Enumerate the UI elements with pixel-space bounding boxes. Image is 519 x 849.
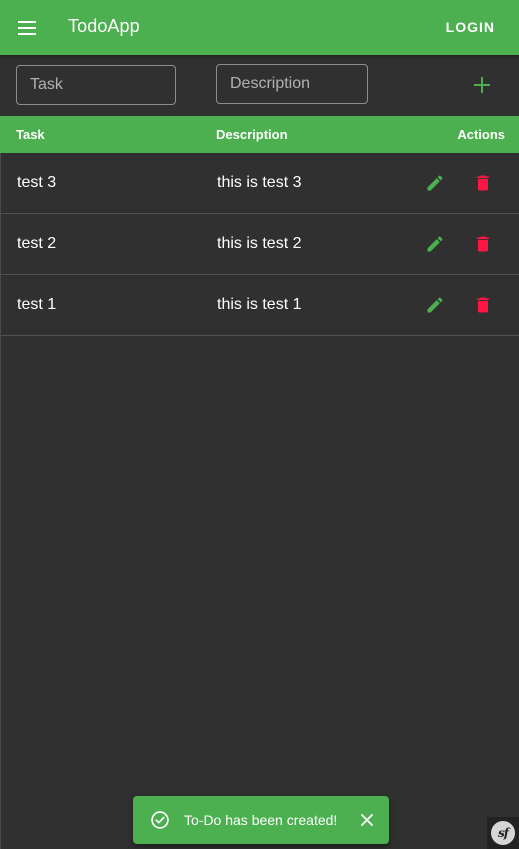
todo-table-body: test 3 this is test 3 test 2 this is tes… — [0, 153, 519, 336]
delete-button[interactable] — [472, 172, 494, 194]
trash-icon — [477, 297, 489, 313]
row-task: test 2 — [17, 235, 57, 252]
edit-button[interactable] — [424, 294, 446, 316]
login-button[interactable]: LOGIN — [446, 19, 495, 35]
column-header-description: Description — [216, 127, 288, 142]
add-todo-form — [0, 55, 519, 116]
symfony-debug-toolbar-toggle[interactable]: sf — [487, 817, 519, 849]
edit-button[interactable] — [424, 233, 446, 255]
delete-button[interactable] — [472, 233, 494, 255]
pencil-icon — [427, 236, 443, 252]
check-circle-icon — [151, 811, 169, 829]
row-description: this is test 3 — [217, 174, 302, 191]
pencil-icon — [427, 297, 443, 313]
row-task: test 1 — [17, 296, 57, 313]
trash-icon — [477, 175, 489, 191]
table-row: test 1 this is test 1 — [1, 275, 519, 336]
table-row: test 2 this is test 2 — [1, 214, 519, 275]
task-input[interactable] — [16, 65, 176, 105]
add-todo-button[interactable] — [468, 71, 496, 99]
snackbar-message: To-Do has been created! — [184, 812, 338, 828]
app-title: TodoApp — [68, 16, 140, 36]
table-header: Task Description Actions — [0, 116, 519, 153]
edit-button[interactable] — [424, 172, 446, 194]
trash-icon — [477, 236, 489, 252]
pencil-icon — [427, 175, 443, 191]
table-row: test 3 this is test 3 — [1, 153, 519, 214]
column-header-actions: Actions — [457, 127, 505, 142]
content-left-border — [0, 336, 1, 849]
delete-button[interactable] — [472, 294, 494, 316]
close-icon — [361, 814, 373, 826]
menu-icon — [18, 21, 36, 35]
app-bar: TodoApp LOGIN — [0, 0, 519, 55]
row-description: this is test 2 — [217, 235, 302, 252]
snackbar-close-button[interactable] — [359, 812, 375, 828]
symfony-logo-icon: sf — [491, 821, 515, 845]
menu-button[interactable] — [13, 13, 43, 43]
snackbar-notification: To-Do has been created! — [133, 796, 389, 844]
row-task: test 3 — [17, 174, 57, 191]
description-input[interactable] — [216, 64, 368, 104]
plus-icon — [474, 77, 490, 93]
column-header-task: Task — [16, 127, 45, 142]
row-description: this is test 1 — [217, 296, 302, 313]
